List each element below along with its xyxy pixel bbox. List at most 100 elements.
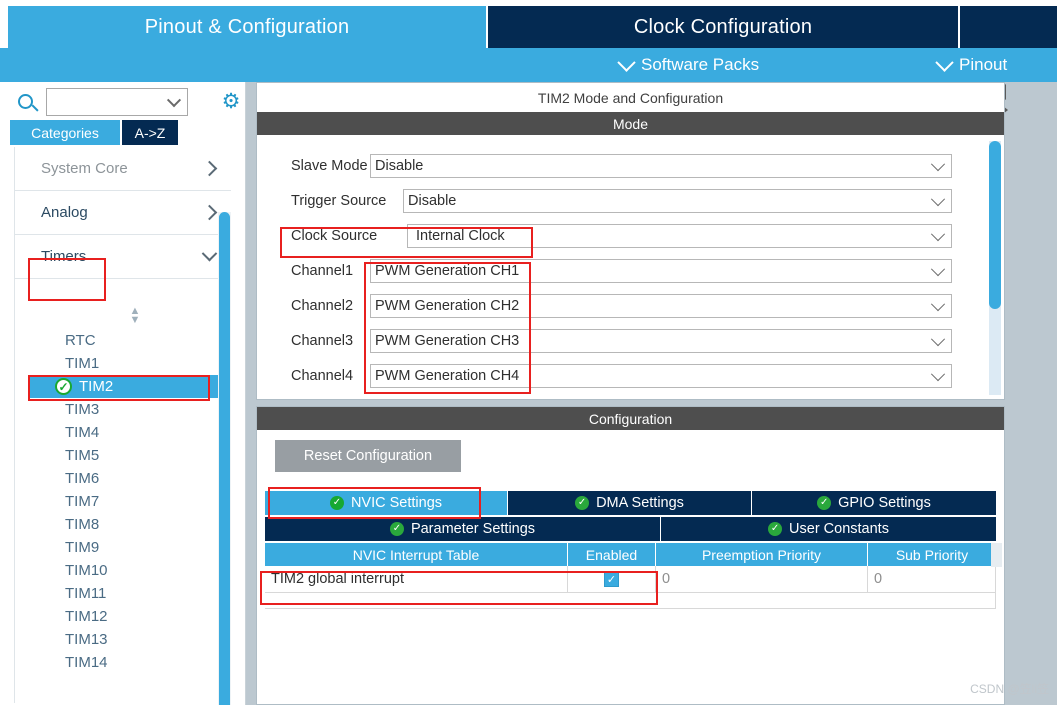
sidebar-item-tim12[interactable]: TIM12 (15, 605, 232, 628)
sidebar-item-tim6[interactable]: TIM6 (15, 467, 232, 490)
sidebar-item-tim4[interactable]: TIM4 (15, 421, 232, 444)
tab-a-to-z[interactable]: A->Z (122, 120, 178, 145)
chevron-down-icon[interactable] (930, 261, 946, 276)
menu-pinout[interactable]: Pinout (935, 48, 1007, 82)
channel3-label: Channel3 (291, 332, 354, 349)
chevron-down-icon[interactable] (930, 366, 946, 381)
gear-icon[interactable]: ⚙ (220, 91, 242, 113)
sidebar-scrollbar[interactable] (218, 212, 231, 705)
channel4-label: Channel4 (291, 367, 354, 384)
trigger-source-label: Trigger Source (291, 192, 387, 209)
cell-sub-priority[interactable]: 0 (868, 566, 996, 593)
menu-software-packs[interactable]: Software Packs (617, 48, 759, 82)
sidebar-item-tim3[interactable]: TIM3 (15, 398, 232, 421)
sidebar-item-tim8[interactable]: TIM8 (15, 513, 232, 536)
sidebar-item-tim7[interactable]: TIM7 (15, 490, 232, 513)
sidebar-item-tim11-label: TIM11 (65, 585, 107, 602)
tab-dma-settings[interactable]: ✓ DMA Settings (508, 491, 752, 515)
sidebar-item-tim9[interactable]: TIM9 (15, 536, 232, 559)
tab-clock-configuration[interactable]: Clock Configuration (488, 6, 958, 48)
chevron-down-icon[interactable] (166, 93, 182, 108)
sidebar-item-tim8-label: TIM8 (65, 516, 100, 533)
mode-panel-scrollbar-thumb[interactable] (989, 141, 1001, 309)
column-header-nvic-interrupt-table[interactable]: NVIC Interrupt Table (265, 543, 568, 566)
row-slave-mode: Slave Mode Disable (257, 148, 1004, 183)
sidebar-scrollbar-thumb[interactable] (219, 212, 230, 705)
configuration-section-header: Configuration (257, 407, 1004, 430)
chevron-down-icon[interactable] (930, 156, 946, 171)
sidebar-search-row: ⚙ (0, 86, 246, 120)
chevron-down-icon[interactable] (930, 226, 946, 241)
channel1-select[interactable]: PWM Generation CH1 (370, 258, 952, 283)
sidebar-item-tim11[interactable]: TIM11 (15, 582, 232, 605)
chevron-down-icon[interactable] (930, 296, 946, 311)
cell-enabled[interactable]: ✓ (568, 566, 656, 593)
configuration-tabs-row-2: ✓ Parameter Settings ✓ User Constants (265, 517, 996, 541)
tab-nvic-settings-label: NVIC Settings (350, 495, 443, 511)
tab-pinout-configuration[interactable]: Pinout & Configuration (8, 6, 486, 48)
channel3-select[interactable]: PWM Generation CH3 (370, 328, 952, 353)
sidebar-item-tim4-label: TIM4 (65, 424, 100, 441)
mode-panel-title: TIM2 Mode and Configuration (257, 83, 1004, 112)
table-row[interactable]: TIM2 global interrupt ✓ 0 0 (265, 566, 996, 593)
tab-nvic-settings[interactable]: ✓ NVIC Settings (265, 491, 508, 515)
preemption-priority-value: 0 (662, 571, 671, 587)
mode-panel-scrollbar[interactable] (989, 141, 1001, 395)
sidebar-item-rtc-label: RTC (65, 332, 96, 349)
tab-user-constants-label: User Constants (789, 521, 889, 537)
watermark: CSDN @笠li笠 (970, 682, 1049, 696)
search-input[interactable] (51, 92, 163, 112)
chevron-down-icon[interactable] (930, 331, 946, 346)
channel4-select[interactable]: PWM Generation CH4 (370, 363, 952, 388)
cell-preemption-priority[interactable]: 0 (656, 566, 868, 593)
search-combobox[interactable] (46, 88, 188, 116)
clock-source-select[interactable]: Internal Clock (407, 223, 952, 248)
sidebar-group-system-core[interactable]: System Core (15, 147, 231, 191)
tab-user-constants[interactable]: ✓ User Constants (661, 517, 996, 541)
sidebar-group-timers[interactable]: Timers (15, 235, 231, 279)
tab-gpio-settings[interactable]: ✓ GPIO Settings (752, 491, 996, 515)
tab-parameter-settings[interactable]: ✓ Parameter Settings (265, 517, 661, 541)
sidebar-item-tim10[interactable]: TIM10 (15, 559, 232, 582)
check-circle-icon: ✓ (817, 496, 832, 510)
column-header-sub-priority[interactable]: Sub Priority (868, 543, 996, 566)
nvic-table-scrollbar[interactable] (991, 543, 1002, 567)
sidebar-item-rtc[interactable]: RTC (15, 329, 232, 352)
channel2-select[interactable]: PWM Generation CH2 (370, 293, 952, 318)
enabled-checkbox[interactable]: ✓ (604, 571, 619, 587)
tab-categories[interactable]: Categories (10, 120, 120, 145)
search-icon (18, 94, 33, 109)
sidebar-item-tim13[interactable]: TIM13 (15, 628, 232, 651)
channel1-value: PWM Generation CH1 (375, 262, 520, 279)
table-empty-row (265, 593, 996, 609)
chevron-down-icon (617, 52, 636, 72)
secondary-toolbar: Software Packs Pinout (0, 48, 1057, 82)
sidebar-item-tim10-label: TIM10 (65, 562, 108, 579)
sidebar-group-analog[interactable]: Analog (15, 191, 231, 235)
channel2-label: Channel2 (291, 297, 354, 314)
sidebar-item-tim12-label: TIM12 (65, 608, 108, 625)
trigger-source-select[interactable]: Disable (403, 188, 952, 213)
sort-handle-icon[interactable]: ▲ ▼ (127, 306, 143, 326)
row-channel1: Channel1 PWM Generation CH1 (257, 253, 1004, 288)
sidebar-item-tim2[interactable]: ✓ TIM2 (29, 375, 219, 398)
row-clock-source: Clock Source Internal Clock (257, 218, 1004, 253)
channel2-value: PWM Generation CH2 (375, 297, 520, 314)
tab-partial-next[interactable] (960, 6, 1057, 48)
sidebar-item-tim14[interactable]: TIM14 (15, 651, 232, 674)
sidebar-item-tim2-label: TIM2 (79, 378, 114, 395)
row-channel3: Channel3 PWM Generation CH3 (257, 323, 1004, 358)
tab-categories-label: Categories (31, 124, 99, 141)
tab-dma-settings-label: DMA Settings (596, 495, 684, 511)
chevron-down-icon[interactable] (930, 191, 946, 206)
sidebar-item-tim5[interactable]: TIM5 (15, 444, 232, 467)
configuration-tabs-row-1: ✓ NVIC Settings ✓ DMA Settings ✓ GPIO Se… (265, 491, 996, 515)
slave-mode-select[interactable]: Disable (370, 153, 952, 178)
column-header-enabled[interactable]: Enabled (568, 543, 656, 566)
main-tabbar: Pinout & Configuration Clock Configurati… (0, 0, 1057, 48)
reset-configuration-button[interactable]: Reset Configuration (275, 440, 461, 472)
tab-gpio-settings-label: GPIO Settings (838, 495, 931, 511)
sidebar-item-tim1[interactable]: TIM1 (15, 352, 232, 375)
cubemx-window: Pinout & Configuration Clock Configurati… (0, 0, 1057, 705)
column-header-preemption-priority[interactable]: Preemption Priority (656, 543, 868, 566)
